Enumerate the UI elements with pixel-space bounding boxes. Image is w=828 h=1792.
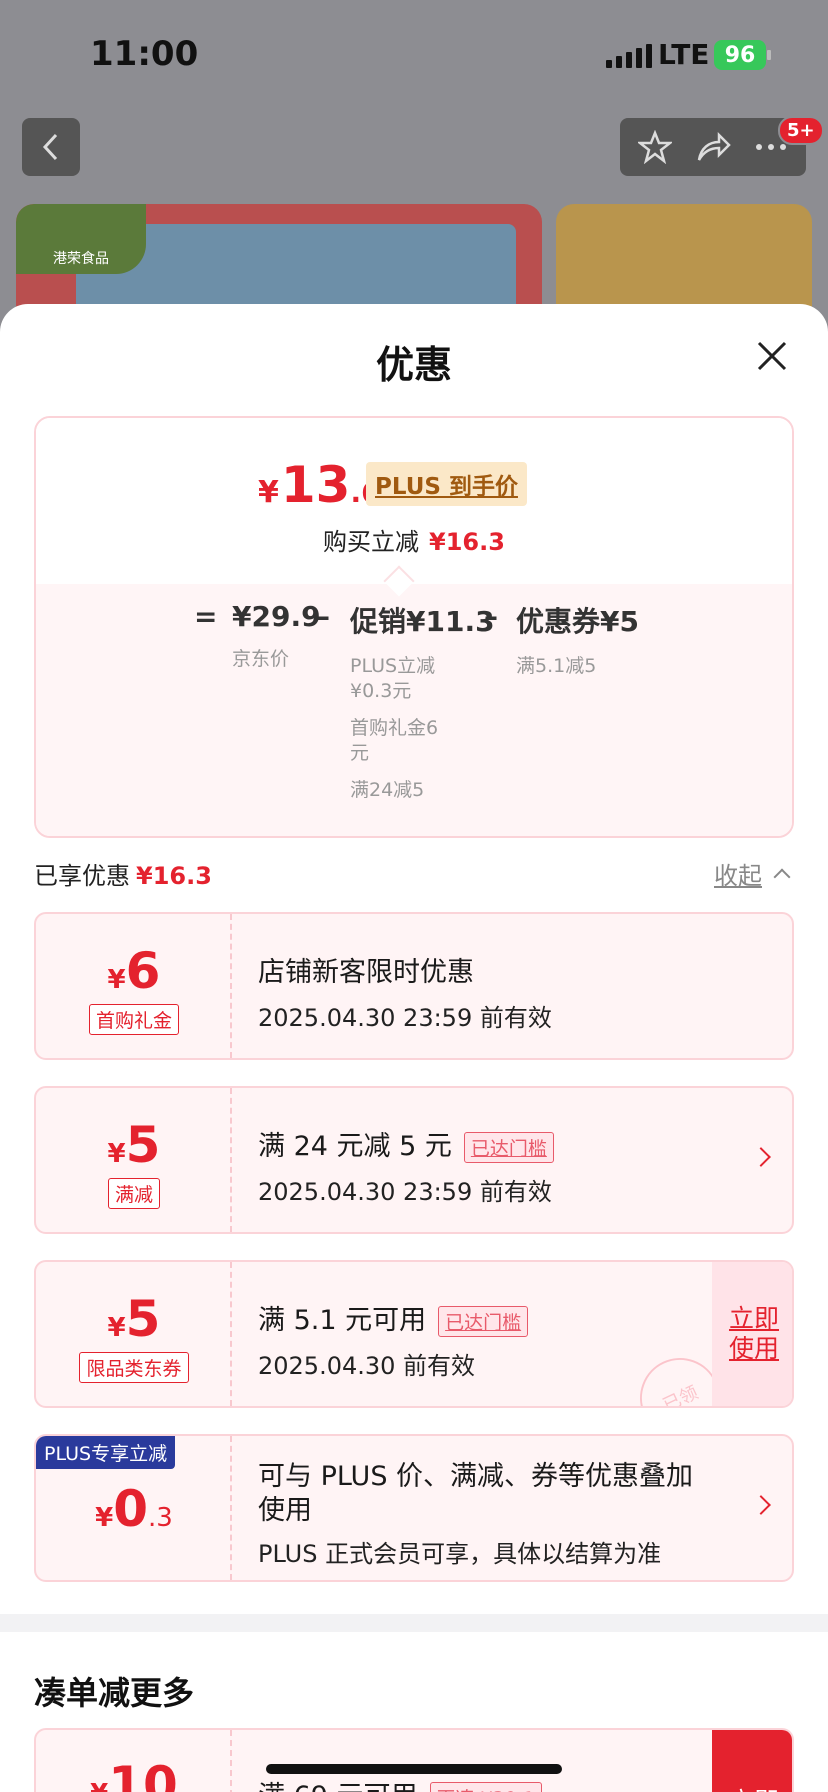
price-formula: = ¥29.9 京东价 – 促销¥11.3 PLUS立减¥0.3元 首购礼金6元… [36,584,792,836]
more-discount-card: ¥10 满 69 元可用再凑 ¥39.1 立即 [34,1728,794,1792]
threshold-pill: 已达门槛 [463,1132,554,1163]
formula-minus-1: – [316,600,330,633]
formula-promo: 促销¥11.3 PLUS立减¥0.3元 首购礼金6元 满24减5 [350,600,495,803]
more-icon[interactable] [754,142,788,152]
chevron-right-icon[interactable] [751,1147,771,1167]
discount-card-plus[interactable]: PLUS专享立减 ¥0.3 可与 PLUS 价、满减、券等优惠叠加 使用 PLU… [34,1434,794,1582]
threshold-pill: 已达门槛 [438,1306,529,1337]
final-price-int: 13 [280,456,351,514]
plus-price-tag[interactable]: PLUS 到手价 [366,462,527,506]
discount-card-full-reduction[interactable]: ¥5 满减 满 24 元减 5 元已达门槛 2025.04.30 23:59 前… [34,1086,794,1234]
promo-detail-first-buy: 首购礼金6元 [350,717,439,764]
card-tag: 满减 [36,1178,232,1209]
coupon-total: 优惠券¥5 [516,605,639,638]
use-now-button[interactable]: 立即使用 [712,1262,792,1406]
home-indicator[interactable] [266,1764,562,1774]
card-title: 满 5.1 元可用 已达门槛 [258,1298,529,1337]
formula-eq: = [194,600,218,633]
discount-card-category-coupon: ¥5 限品类东券 满 5.1 元可用 已达门槛 2025.04.30 前有效 已领… [34,1260,794,1408]
battery-icon: 96 [714,40,771,70]
card-amount: ¥5 [107,1116,161,1174]
collapse-label: 收起 [714,862,762,890]
card-validity: PLUS 正式会员可享，具体以结算为准 [258,1540,662,1568]
share-icon[interactable] [695,130,731,164]
card-amount: ¥6 [107,942,161,1000]
card-validity: 2025.04.30 23:59 前有效 [258,1004,552,1032]
enjoyed-discount: 已享优惠 ¥16.3 [34,856,212,891]
card-amount: ¥10 [90,1756,178,1792]
card-amount: ¥5 [107,1290,161,1348]
instant-save-value: ¥16.3 [429,528,505,556]
price-summary: ¥ 13 .6 PLUS 到手价 购买立减 ¥16.3 = ¥29.9 京东价 –… [34,416,794,838]
chevron-right-icon[interactable] [751,1495,771,1515]
card-tag: 限品类东券 [36,1352,232,1383]
plus-exclusive-tag: PLUS专享立减 [36,1436,176,1469]
notification-badge: 5+ [778,116,824,145]
card-amount: ¥0.3 [95,1480,173,1538]
formula-minus-2: – [484,600,498,633]
sheet-title: 优惠 [375,343,452,387]
final-price: ¥ 13 .6 [258,456,381,514]
card-validity: 2025.04.30 前有效 [258,1352,476,1380]
instant-save-label: 购买立减 [323,528,420,556]
back-button[interactable] [22,118,80,176]
jd-price-label: 京东价 [232,648,290,670]
network-label: LTE [658,38,710,71]
chevron-left-icon [42,133,58,161]
card-title: 满 24 元减 5 元已达门槛 [258,1124,554,1163]
formula-coupon: 优惠券¥5 满5.1减5 [516,600,656,679]
card-title: 满 69 元可用再凑 ¥39.1 [258,1774,542,1792]
discount-sheet: 优惠 ¥ 13 .6 PLUS 到手价 购买立减 ¥16.3 = ¥29.9 京东… [0,304,828,1792]
more-discounts-title: 凑单减更多 [34,1674,195,1712]
card-title: 店铺新客限时优惠 [258,957,474,988]
gap-pill: 再凑 ¥39.1 [429,1782,542,1792]
star-icon[interactable] [637,130,672,164]
chevron-up-icon [773,868,791,885]
signal-icon [606,44,652,68]
enjoyed-value: ¥16.3 [136,862,212,890]
status-bar: 11:00 LTE 96 [0,0,828,110]
promo-total: 促销¥11.3 [350,605,495,638]
claim-now-button[interactable]: 立即 [712,1730,792,1792]
status-time: 11:00 [90,34,199,74]
discount-card-first-buy: ¥6 首购礼金 店铺新客限时优惠 2025.04.30 23:59 前有效 [34,912,794,1060]
promo-detail-plus: PLUS立减¥0.3元 [350,655,436,702]
card-title: 可与 PLUS 价、满减、券等优惠叠加 [258,1461,694,1492]
card-title-line2: 使用 [258,1495,312,1526]
coupon-detail: 满5.1减5 [516,655,597,677]
promo-detail-full-reduction: 满24减5 [350,779,425,801]
collapse-button[interactable]: 收起 [714,856,791,891]
close-icon[interactable] [756,340,788,372]
card-validity: 2025.04.30 23:59 前有效 [258,1178,552,1206]
summary-top: ¥ 13 .6 PLUS 到手价 购买立减 ¥16.3 [36,418,792,584]
instant-save-line: 购买立减 ¥16.3 [36,522,792,557]
section-divider [0,1614,828,1632]
enjoyed-label: 已享优惠 [34,862,130,890]
card-tag: 首购礼金 [36,1004,232,1035]
final-price-yen: ¥ [258,475,279,510]
brand-logo: 港荣食品 [16,204,146,274]
